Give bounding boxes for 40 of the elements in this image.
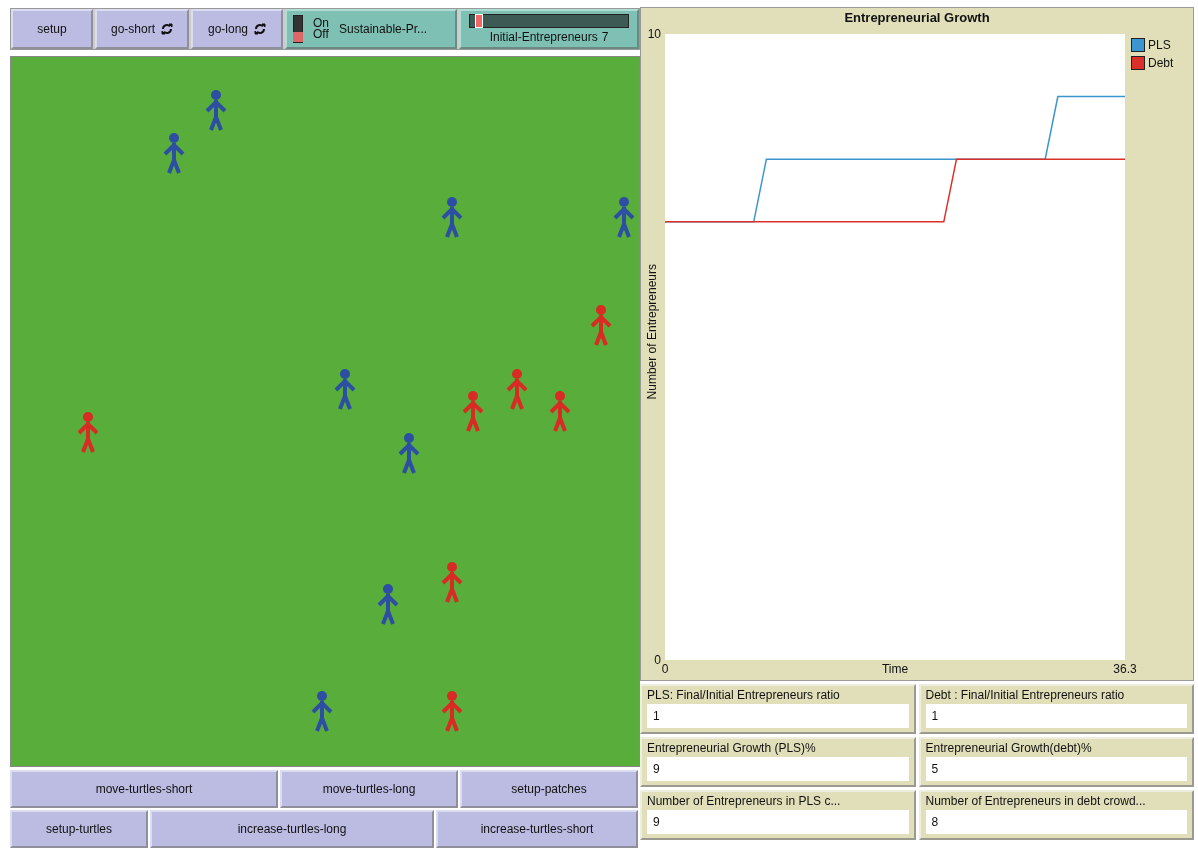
command-button[interactable]: increase-turtles-short [436, 810, 638, 848]
slider[interactable]: Initial-Entrepreneurs 7 [459, 9, 639, 49]
monitor-value: 1 [647, 704, 909, 728]
legend-label: Debt [1148, 56, 1174, 70]
repeat-icon [161, 23, 173, 35]
repeat-icon [254, 23, 266, 35]
monitor-value: 8 [925, 810, 1187, 834]
monitor-label: Number of Entrepreneurs in debt crowd... [925, 794, 1147, 808]
command-button[interactable]: move-turtles-short [10, 770, 278, 808]
y-tick: 0 [654, 653, 661, 667]
on-label: On [313, 18, 329, 29]
command-button[interactable]: go-long [191, 9, 283, 49]
y-axis-label: Number of Entrepreneurs [645, 264, 659, 400]
slider-value: 7 [601, 30, 609, 44]
command-button[interactable]: setup-turtles [10, 810, 148, 848]
y-tick: 10 [647, 27, 661, 41]
command-button[interactable]: increase-turtles-long [150, 810, 434, 848]
x-tick: 0 [661, 662, 669, 676]
command-button[interactable]: go-short [95, 9, 189, 49]
chart-title: Entrepreneurial Growth [843, 9, 991, 26]
command-button[interactable]: setup [11, 9, 93, 49]
off-label: Off [313, 29, 329, 40]
monitor-value: 9 [647, 810, 909, 834]
x-axis-label: Time [881, 662, 909, 676]
monitor-value: 5 [925, 757, 1187, 781]
switch-knob[interactable] [293, 32, 303, 42]
command-button[interactable]: move-turtles-long [280, 770, 458, 808]
monitor-label: Debt : Final/Initial Entrepreneurs ratio [925, 688, 1126, 702]
switch-label: Sustainable-Pr... [339, 22, 428, 36]
slider-thumb[interactable] [474, 14, 483, 28]
monitor-label: Entrepreneurial Growth(debt)% [925, 741, 1093, 755]
command-button[interactable]: setup-patches [460, 770, 638, 808]
monitor-value: 1 [925, 704, 1187, 728]
monitor-label: PLS: Final/Initial Entrepreneurs ratio [647, 688, 841, 702]
monitor-value: 9 [647, 757, 909, 781]
x-tick: 36.3 [1113, 662, 1137, 676]
legend-label: PLS [1148, 38, 1171, 52]
monitor-label: Entrepreneurial Growth (PLS)% [647, 741, 817, 755]
monitor-label: Number of Entrepreneurs in PLS c... [647, 794, 842, 808]
slider-label: Initial-Entrepreneurs [489, 30, 598, 44]
